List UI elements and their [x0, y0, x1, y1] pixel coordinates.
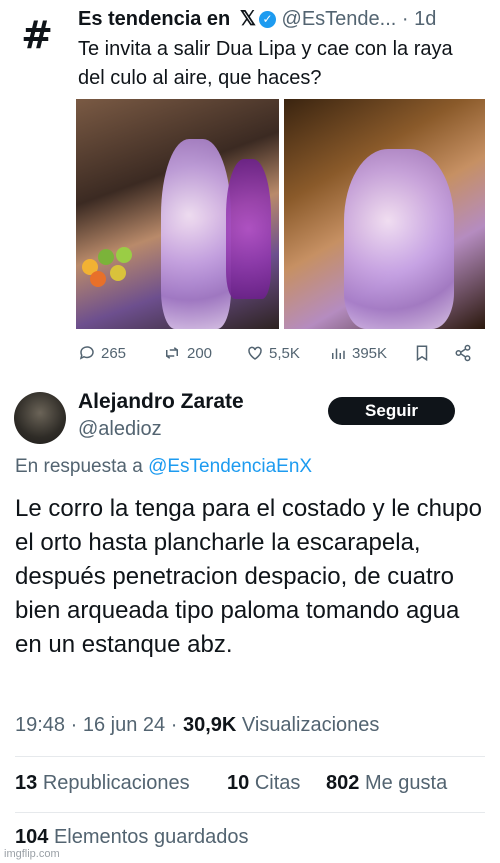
tweet-header: Es tendencia en 𝕏 ✓ @EsTende... · 1d — [78, 6, 436, 31]
bookmarks-stat[interactable]: 104 Elementos guardados — [15, 826, 249, 849]
author-handle[interactable]: @EsTende... — [282, 8, 397, 30]
quotes-stat[interactable]: 10 Citas — [227, 772, 300, 795]
divider — [15, 812, 485, 813]
likes-count: 802 — [326, 772, 360, 794]
bookmarks-label: Elementos guardados — [53, 826, 249, 848]
tweet-photo-2[interactable] — [284, 99, 485, 329]
meta-separator: · — [170, 714, 178, 736]
header-separator: · — [401, 8, 409, 30]
reply-date[interactable]: 16 jun 24 — [83, 714, 165, 736]
bookmark-icon — [416, 345, 428, 362]
follow-button[interactable]: Seguir — [328, 397, 455, 425]
like-count: 5,5K — [269, 344, 300, 362]
tweet-time[interactable]: 1d — [414, 8, 436, 30]
heart-icon — [248, 346, 262, 360]
reply-count: 265 — [101, 344, 127, 362]
views-action[interactable]: 395K — [329, 344, 387, 362]
hashtag-avatar-icon[interactable]: # — [16, 13, 58, 57]
reposts-label: Republicaciones — [42, 772, 190, 794]
likes-stat[interactable]: 802 Me gusta — [326, 772, 447, 795]
repost-action[interactable]: 200 — [162, 344, 212, 362]
reply-author-avatar[interactable] — [14, 392, 66, 444]
analytics-icon — [332, 348, 345, 359]
tweet-photo-1[interactable] — [76, 99, 279, 329]
reposts-stat[interactable]: 13 Republicaciones — [15, 772, 190, 795]
repost-count: 200 — [187, 344, 213, 362]
in-reply-mention[interactable]: @EsTendenciaEnX — [148, 456, 312, 477]
reply-meta: 19:48 · 16 jun 24 · 30,9K Visualizacione… — [15, 714, 379, 737]
bookmarks-count: 104 — [15, 826, 49, 848]
reply-author-handle[interactable]: @aledioz — [78, 418, 162, 441]
likes-label: Me gusta — [364, 772, 448, 794]
meta-separator: · — [70, 714, 78, 736]
reply-icon — [79, 346, 94, 360]
verified-badge-icon: ✓ — [258, 11, 276, 28]
watermark: imgflip.com — [4, 848, 60, 860]
reply-author-name[interactable]: Alejandro Zarate — [78, 390, 244, 414]
share-action[interactable] — [454, 344, 477, 362]
repost-icon — [166, 347, 178, 359]
like-action[interactable]: 5,5K — [246, 344, 300, 362]
reposts-count: 13 — [15, 772, 38, 794]
reply-action[interactable]: 265 — [78, 344, 126, 362]
x-logo-icon: 𝕏 — [239, 8, 256, 30]
bookmark-action[interactable] — [413, 344, 436, 362]
in-reply-to: En respuesta a @EsTendenciaEnX — [15, 456, 312, 478]
divider — [15, 756, 485, 757]
in-reply-prefix: En respuesta a — [15, 456, 143, 477]
reply-text: Le corro la tenga para el costado y le c… — [15, 495, 482, 658]
quotes-count: 10 — [227, 772, 250, 794]
quotes-label: Citas — [254, 772, 301, 794]
reply-views-count: 30,9K — [182, 714, 237, 736]
reply-views-label: Visualizaciones — [241, 714, 380, 736]
author-name[interactable]: Es tendencia en — [78, 8, 230, 30]
share-icon — [455, 344, 471, 362]
reply-time[interactable]: 19:48 — [15, 714, 65, 736]
tweet-text: Te invita a salir Dua Lipa y cae con la … — [78, 38, 453, 89]
views-count: 395K — [352, 344, 388, 362]
